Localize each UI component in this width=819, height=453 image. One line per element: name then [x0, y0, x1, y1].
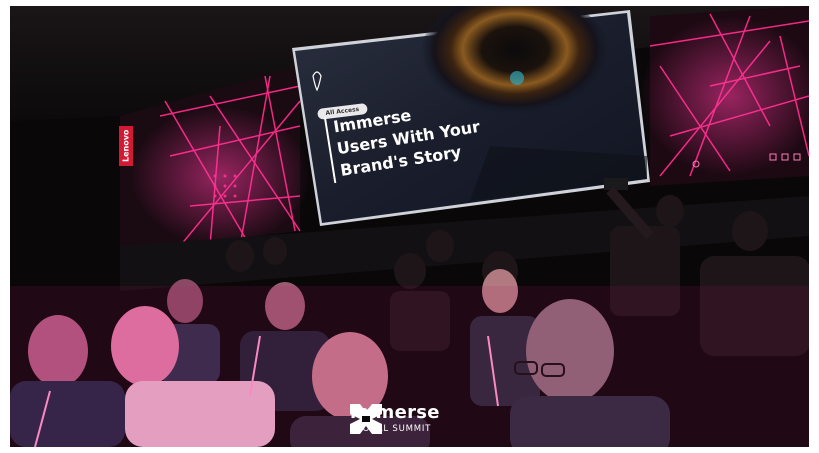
brand-logo-icon — [350, 404, 382, 434]
brand-watermark: immerse GLOBAL SUMMIT — [350, 404, 440, 435]
photo-scene — [10, 6, 809, 447]
event-photo: All Access Immerse Users With Your Brand… — [10, 6, 809, 447]
